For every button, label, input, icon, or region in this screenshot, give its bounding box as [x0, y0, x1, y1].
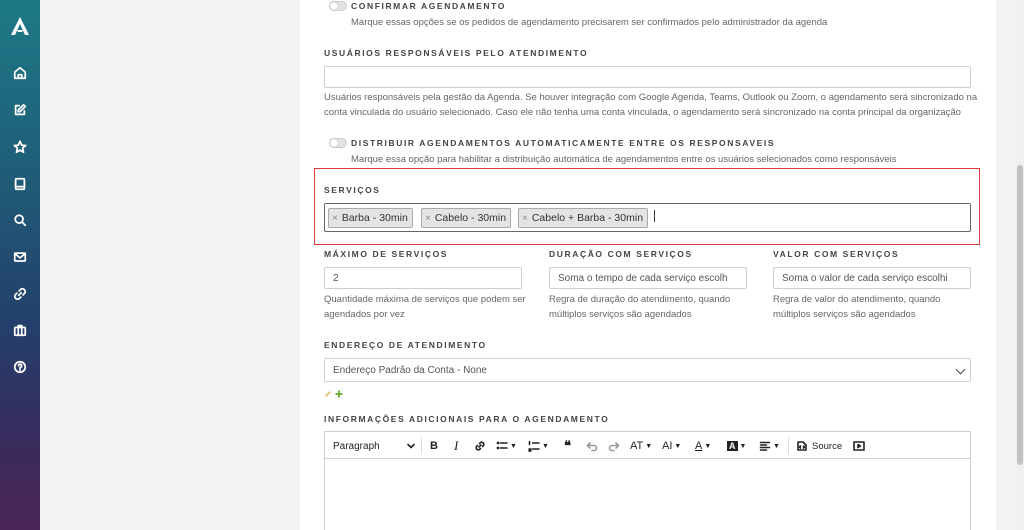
distribute-help: Marque essa opção para habilitar a distr…: [351, 154, 897, 165]
price-help-1: Regra de valor do atendimento, quando: [773, 294, 941, 305]
add-address-icon[interactable]: [335, 385, 343, 398]
font-size-chevron-icon: ▼: [645, 442, 653, 450]
responsible-label: USUÁRIOS RESPONSÁVEIS PELO ATENDIMENTO: [324, 48, 589, 58]
align-button[interactable]: ▼: [759, 438, 780, 454]
remove-tag-icon[interactable]: ×: [425, 213, 431, 224]
service-tag-label: Cabelo - 30min: [434, 212, 507, 224]
italic-button[interactable]: I: [454, 438, 458, 454]
services-tag-input[interactable]: × Barba - 30min × Cabelo - 30min × Cabel…: [324, 203, 971, 232]
list-chevron-icon: ▼: [510, 442, 517, 450]
service-tag-label: Barba - 30min: [341, 212, 408, 224]
toolbar-divider: [421, 437, 422, 454]
font-family-button[interactable]: AI ▼: [662, 438, 681, 454]
numbered-list-button[interactable]: ▼: [528, 438, 549, 454]
paragraph-chevron-icon[interactable]: [405, 438, 417, 454]
blockquote-button[interactable]: ❝: [564, 438, 571, 454]
sidebar: [0, 0, 40, 530]
editor-toolbar: Paragraph B I ▼ ▼ ❝ AT ▼ AI ▼ A ▼ A ▼ ▼ …: [325, 432, 970, 459]
duration-help-1: Regra de duração do atendimento, quando: [549, 294, 731, 305]
font-color-label: A: [695, 440, 703, 452]
media-embed-button[interactable]: [853, 438, 865, 454]
link-button[interactable]: [474, 438, 486, 454]
service-tag[interactable]: × Barba - 30min: [328, 208, 413, 228]
font-family-chevron-icon: ▼: [674, 442, 682, 450]
price-help-2: múltiplos serviços são agendados: [773, 309, 916, 320]
undo-button[interactable]: [586, 438, 598, 454]
pencil-icon[interactable]: [324, 385, 332, 397]
responsible-help-2: conta vinculada do usuário selecionado. …: [324, 107, 961, 118]
max-services-help-1: Quantidade máxima de serviços que podem …: [324, 294, 526, 305]
paragraph-label: Paragraph: [333, 440, 380, 452]
distribute-toggle[interactable]: [329, 138, 347, 148]
rich-text-editor[interactable]: Paragraph B I ▼ ▼ ❝ AT ▼ AI ▼ A ▼ A ▼ ▼ …: [324, 431, 971, 530]
search-icon[interactable]: [10, 210, 30, 230]
home-icon[interactable]: [10, 63, 30, 83]
background-color-button[interactable]: A ▼: [727, 438, 746, 454]
confirm-help: Marque essas opções se os pedidos de age…: [351, 17, 828, 28]
remove-tag-icon[interactable]: ×: [522, 213, 528, 224]
distribute-label: DISTRIBUIR AGENDAMENTOS AUTOMATICAMENTE …: [351, 138, 776, 148]
font-family-label: AI: [662, 440, 673, 452]
edit-icon[interactable]: [10, 100, 30, 120]
scrollbar-thumb[interactable]: [1017, 165, 1023, 465]
duration-select[interactable]: Soma o tempo de cada serviço escolh: [549, 267, 747, 289]
service-tag[interactable]: × Cabelo - 30min: [421, 208, 512, 228]
mail-icon[interactable]: [10, 247, 30, 267]
service-tag[interactable]: × Cabelo + Barba - 30min: [518, 208, 649, 228]
confirm-label: CONFIRMAR AGENDAMENTO: [351, 1, 506, 11]
price-label: VALOR COM SERVIÇOS: [773, 249, 900, 259]
source-button[interactable]: Source: [796, 438, 842, 454]
max-services-label: MÁXIMO DE SERVIÇOS: [324, 249, 449, 259]
duration-label: DURAÇÃO COM SERVIÇOS: [549, 249, 693, 259]
duration-help-2: múltiplos serviços são agendados: [549, 309, 692, 320]
bold-button[interactable]: B: [430, 438, 438, 454]
font-color-button[interactable]: A ▼: [695, 438, 711, 454]
responsible-input[interactable]: [324, 66, 971, 88]
briefcase-icon[interactable]: [10, 320, 30, 340]
scrollbar[interactable]: [1016, 0, 1024, 530]
price-select[interactable]: Soma o valor de cada serviço escolhi: [773, 267, 971, 289]
logo-icon[interactable]: [10, 16, 30, 36]
paragraph-dropdown[interactable]: Paragraph: [333, 438, 380, 454]
address-select[interactable]: Endereço Padrão da Conta - None: [324, 358, 971, 382]
font-color-chevron-icon: ▼: [704, 442, 712, 450]
font-size-button[interactable]: AT ▼: [630, 438, 652, 454]
star-icon[interactable]: [10, 137, 30, 157]
link-icon[interactable]: [10, 284, 30, 304]
background-color-chevron-icon: ▼: [739, 442, 747, 450]
text-caret: [654, 210, 655, 222]
service-tag-label: Cabelo + Barba - 30min: [531, 212, 644, 224]
align-chevron-icon: ▼: [773, 442, 780, 450]
confirm-toggle[interactable]: [329, 1, 347, 11]
help-icon[interactable]: [10, 357, 30, 377]
address-select-value: Endereço Padrão da Conta - None: [333, 364, 487, 376]
max-services-help-2: agendados por vez: [324, 309, 405, 320]
services-label: SERVIÇOS: [324, 185, 381, 195]
redo-button[interactable]: [608, 438, 620, 454]
bulleted-list-button[interactable]: ▼: [496, 438, 517, 454]
chevron-down-icon: [955, 364, 966, 375]
book-icon[interactable]: [10, 174, 30, 194]
extra-info-label: INFORMAÇÕES ADICIONAIS PARA O AGENDAMENT…: [324, 414, 610, 424]
list-chevron-icon: ▼: [542, 442, 549, 450]
responsible-help-1: Usuários responsáveis pela gestão da Age…: [324, 92, 978, 103]
toolbar-divider: [788, 437, 789, 454]
font-size-label: AT: [630, 440, 644, 452]
address-label: ENDEREÇO DE ATENDIMENTO: [324, 340, 487, 350]
max-services-input[interactable]: 2: [324, 267, 522, 289]
source-label: Source: [812, 440, 843, 452]
remove-tag-icon[interactable]: ×: [332, 213, 338, 224]
background-color-label: A: [727, 441, 738, 451]
